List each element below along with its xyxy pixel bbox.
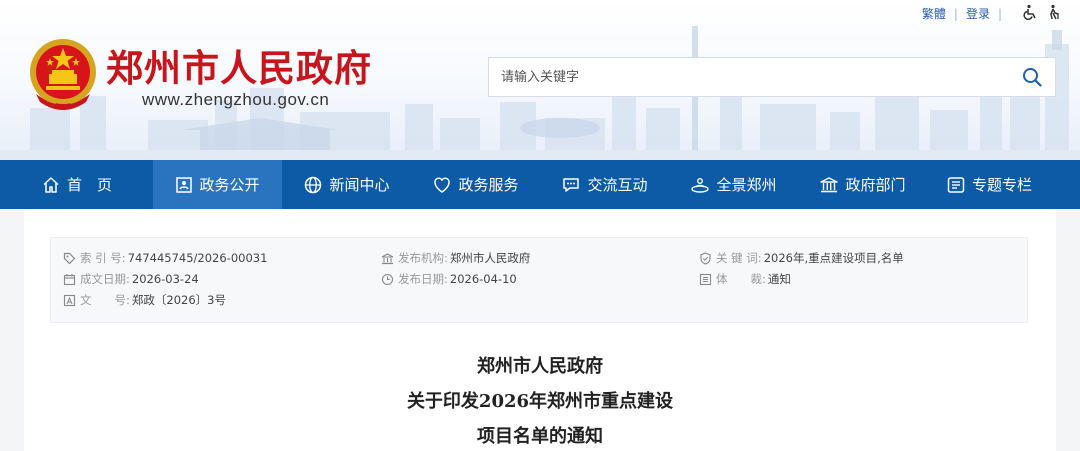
nav-item-label: 全景郑州 bbox=[716, 176, 777, 194]
nav-item-interaction[interactable]: 交流互动 bbox=[540, 160, 669, 209]
globe-icon bbox=[305, 176, 322, 193]
main-navigation: 首 页 政务公开 新闻中心 政务服务 交流互动 全景郑州 政府部门 专题专栏 bbox=[0, 160, 1080, 209]
heart-icon bbox=[434, 176, 451, 193]
gov-affairs-icon bbox=[176, 176, 193, 193]
search-bar bbox=[488, 57, 1056, 97]
meta-value: 郑州市人民政府 bbox=[449, 251, 531, 265]
meta-written-date: 成文日期: 2026-03-24 bbox=[63, 271, 199, 287]
building-icon bbox=[820, 176, 839, 192]
national-emblem-logo bbox=[26, 36, 100, 114]
check-shield-icon bbox=[700, 251, 711, 265]
nav-item-label: 政务公开 bbox=[199, 176, 260, 194]
elderly-mode-icon[interactable] bbox=[1046, 4, 1062, 23]
document-a-icon bbox=[63, 294, 76, 306]
site-title[interactable]: 郑州市人民政府 bbox=[106, 38, 372, 92]
search-button[interactable] bbox=[1009, 58, 1055, 96]
home-icon bbox=[43, 176, 59, 193]
search-input[interactable] bbox=[489, 58, 1009, 96]
calendar-icon bbox=[63, 273, 76, 285]
meta-label: 关 键 词: bbox=[716, 251, 762, 265]
meta-genre: 体 裁: 通知 bbox=[699, 271, 791, 287]
meta-value: 2026-03-24 bbox=[131, 272, 199, 286]
site-url: www.zhengzhou.gov.cn bbox=[142, 90, 330, 109]
nav-item-panorama[interactable]: 全景郑州 bbox=[669, 160, 798, 209]
meta-value: 2026年,重点建设项目,名单 bbox=[763, 251, 904, 265]
wheelchair-accessibility-icon[interactable] bbox=[1022, 4, 1038, 23]
topics-icon bbox=[947, 176, 965, 193]
search-icon bbox=[1023, 68, 1042, 87]
meta-label: 成文日期: bbox=[80, 272, 130, 286]
meta-publish-date: 发布日期: 2026-04-10 bbox=[381, 271, 517, 287]
nav-item-label: 政府部门 bbox=[845, 176, 906, 194]
meta-issuer: 发布机构: 郑州市人民政府 bbox=[381, 250, 530, 266]
divider: | bbox=[953, 6, 958, 21]
document-title-line: 项目名单的通知 bbox=[477, 426, 603, 447]
nav-item-news[interactable]: 新闻中心 bbox=[282, 160, 411, 209]
divider: | bbox=[997, 6, 1002, 21]
nav-item-label: 专题专栏 bbox=[971, 176, 1032, 194]
clock-icon bbox=[381, 273, 394, 285]
nav-item-home[interactable]: 首 页 bbox=[0, 160, 153, 209]
meta-keywords: 关 键 词: 2026年,重点建设项目,名单 bbox=[699, 250, 904, 266]
nav-item-label: 政务服务 bbox=[458, 176, 519, 194]
meta-label: 索 引 号: bbox=[80, 251, 126, 265]
institution-icon bbox=[381, 252, 394, 264]
document-metadata-panel: 索 引 号: 747445745/2026-00031 发布机构: 郑州市人民政… bbox=[50, 237, 1028, 323]
nav-item-label: 新闻中心 bbox=[329, 176, 390, 194]
meta-value: 郑政〔2026〕3号 bbox=[131, 293, 226, 307]
meta-label: 发布机构: bbox=[398, 251, 448, 265]
article-container: 索 引 号: 747445745/2026-00031 发布机构: 郑州市人民政… bbox=[24, 209, 1056, 451]
chat-icon bbox=[563, 177, 580, 192]
meta-value: 通知 bbox=[767, 272, 791, 286]
nav-item-label: 首 页 bbox=[66, 176, 112, 194]
document-title-issuer: 郑州市人民政府 bbox=[477, 356, 603, 377]
nav-item-gov-affairs[interactable]: 政务公开 bbox=[153, 160, 282, 209]
meta-label: 文 号: bbox=[80, 293, 130, 307]
meta-value: 747445745/2026-00031 bbox=[127, 251, 268, 265]
list-icon bbox=[699, 273, 712, 285]
panorama-icon bbox=[691, 177, 710, 193]
nav-item-label: 交流互动 bbox=[587, 176, 648, 194]
meta-index-no: 索 引 号: 747445745/2026-00031 bbox=[63, 250, 267, 266]
traditional-chinese-link[interactable]: 繁體 bbox=[922, 5, 946, 22]
meta-value: 2026-04-10 bbox=[449, 272, 517, 286]
meta-label: 发布日期: bbox=[398, 272, 448, 286]
nav-item-gov-services[interactable]: 政务服务 bbox=[411, 160, 540, 209]
tag-icon bbox=[63, 252, 76, 264]
site-header: 繁體 | 登录 | 郑州市人民政府 www.zhengzhou.gov.cn 请… bbox=[0, 0, 1080, 160]
meta-doc-no: 文 号: 郑政〔2026〕3号 bbox=[63, 292, 226, 308]
top-utility-bar: 繁體 | 登录 | bbox=[922, 4, 1062, 23]
nav-item-departments[interactable]: 政府部门 bbox=[798, 160, 927, 209]
document-title-line: 关于印发2026年郑州市重点建设 bbox=[406, 391, 674, 412]
nav-item-topics[interactable]: 专题专栏 bbox=[927, 160, 1051, 209]
meta-label: 体 裁: bbox=[716, 272, 766, 286]
login-link[interactable]: 登录 bbox=[966, 5, 990, 22]
